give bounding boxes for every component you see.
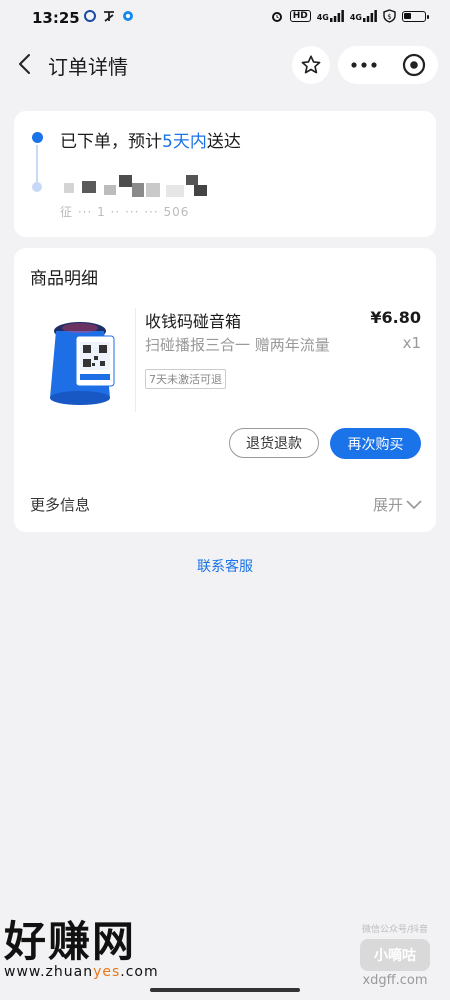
goods-detail-card: 商品明细 收钱码碰音箱 ¥6.80 扫碰播报三合一 赠两年流量 x1 7天未激活… bbox=[14, 248, 436, 532]
watermark-url-part: www.zhuan bbox=[4, 964, 94, 980]
vpn-icon: $ bbox=[383, 9, 396, 23]
divider bbox=[135, 308, 136, 412]
product-quantity: x1 bbox=[402, 334, 421, 352]
status-text-suffix: 送达 bbox=[206, 132, 241, 152]
status-right-icons: HD 4G 4G $ bbox=[270, 9, 429, 23]
chevron-down-icon bbox=[406, 500, 422, 509]
close-button[interactable] bbox=[390, 46, 438, 84]
return-policy-tag: 7天未激活可退 bbox=[145, 369, 226, 389]
contact-support-link[interactable]: 联系客服 bbox=[0, 556, 450, 576]
product-image[interactable] bbox=[36, 316, 126, 408]
back-button[interactable] bbox=[14, 52, 38, 76]
order-status-card: 已下单，预计5天内送达 征 ··· 1 ·· ··· ··· 506 bbox=[14, 111, 436, 237]
watermark-right: 微信公众号/抖音 小嘀咕 xdgff.com bbox=[352, 922, 438, 988]
watermark-brand: 小嘀咕 bbox=[360, 939, 430, 971]
speaker-product-illustration bbox=[50, 322, 115, 405]
status-text-prefix: 已下单，预计 bbox=[60, 132, 162, 152]
status-dot-address bbox=[32, 182, 42, 192]
mini-program-capsule bbox=[338, 46, 438, 84]
status-time: 13:25 bbox=[32, 9, 80, 27]
notification-app-icon bbox=[104, 11, 114, 22]
watermark-url-part: .com bbox=[120, 964, 159, 980]
signal-icon: 4G bbox=[317, 10, 344, 22]
star-icon bbox=[301, 55, 321, 74]
refund-button[interactable]: 退货退款 bbox=[229, 428, 319, 458]
chevron-left-icon bbox=[19, 54, 30, 74]
home-indicator[interactable] bbox=[150, 988, 300, 992]
svg-text:$: $ bbox=[387, 13, 391, 21]
product-description: 扫碰播报三合一 赠两年流量 bbox=[145, 336, 330, 354]
target-close-icon bbox=[402, 53, 426, 77]
status-dot-current bbox=[32, 132, 43, 143]
address-text: 征 ··· 1 ·· ··· ··· 506 bbox=[60, 205, 190, 219]
signal-icon: 4G bbox=[350, 10, 377, 22]
more-dots-icon bbox=[351, 62, 377, 68]
nav-bar: 订单详情 bbox=[0, 42, 450, 88]
more-info-label: 更多信息 bbox=[30, 496, 91, 514]
notification-app-icon bbox=[123, 11, 133, 21]
status-timeline bbox=[36, 145, 38, 183]
signal-label: 4G bbox=[316, 13, 329, 22]
watermark-title: 好赚网 bbox=[4, 917, 137, 966]
signal-label: 4G bbox=[349, 13, 362, 22]
watermark-url: www.zhuanyes.com bbox=[4, 964, 159, 980]
more-button[interactable] bbox=[338, 46, 390, 84]
notification-app-icon bbox=[84, 10, 96, 22]
favorite-button[interactable] bbox=[292, 46, 330, 84]
watermark-left: 好赚网 www.zhuanyes.com bbox=[4, 917, 159, 981]
battery-level bbox=[404, 12, 411, 19]
page-title: 订单详情 bbox=[48, 55, 128, 79]
product-name[interactable]: 收钱码碰音箱 bbox=[145, 308, 241, 332]
expand-label: 展开 bbox=[372, 496, 403, 514]
status-text-highlight: 5天内 bbox=[162, 132, 207, 152]
alarm-icon bbox=[271, 12, 282, 22]
battery-icon bbox=[402, 10, 429, 22]
watermark-url-highlight: yes bbox=[93, 964, 121, 980]
delivery-estimate: 已下单，预计5天内送达 bbox=[60, 127, 241, 152]
hd-icon: HD bbox=[289, 10, 311, 22]
watermark-domain: xdgff.com bbox=[362, 973, 428, 988]
status-bar: 13:25 HD 4G 4G $ bbox=[0, 0, 450, 36]
buy-again-button[interactable]: 再次购买 bbox=[330, 428, 421, 459]
section-title: 商品明细 bbox=[30, 269, 98, 289]
product-price: ¥6.80 bbox=[370, 308, 421, 327]
watermark-caption: 微信公众号/抖音 bbox=[361, 925, 429, 935]
expand-button[interactable]: 展开 bbox=[373, 494, 422, 515]
status-left-icons bbox=[84, 10, 134, 22]
